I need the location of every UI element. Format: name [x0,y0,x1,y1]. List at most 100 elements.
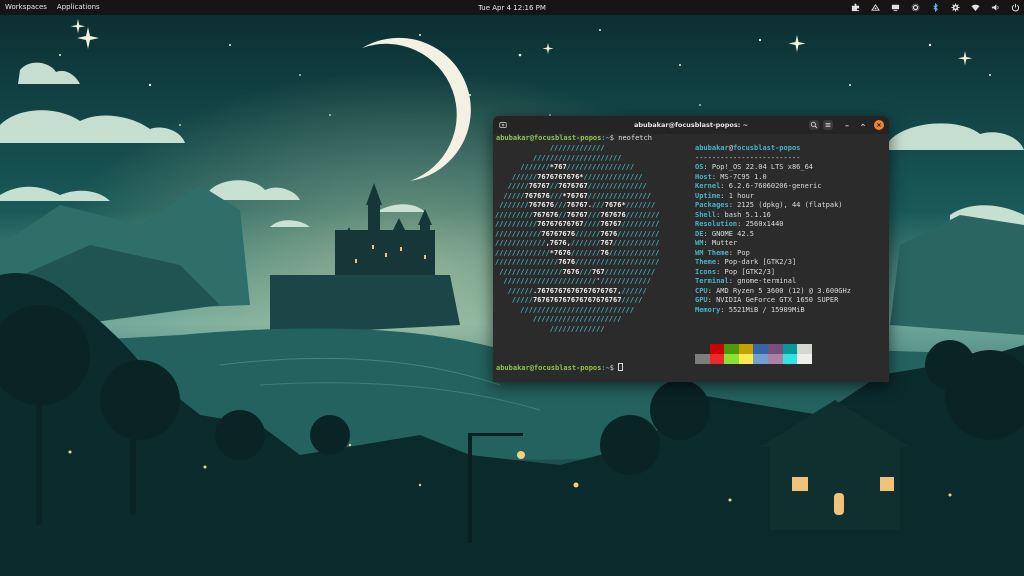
info-key: Packages [695,201,729,209]
power-icon[interactable] [1011,3,1020,12]
close-button[interactable] [874,120,884,130]
logo-line: ///////////////7676///767//////////// [495,267,656,276]
menu-button[interactable] [823,120,833,130]
info-row: OS: Pop!_OS 22.04 LTS x86_64 [695,163,814,171]
header-host: focusblast-popos [732,144,801,152]
color-swatch [709,354,725,364]
info-row: Kernel: 6.2.6-76060206-generic [695,182,822,190]
info-value: 6.2.6-76060206-generic [728,182,822,190]
info-value: 5521MiB / 15909MiB [728,305,805,314]
volume-icon[interactable] [991,3,1000,12]
info-row: Packages: 2125 (dpkg), 44 (flatpak) [695,201,843,209]
terminal-content[interactable]: abubakar@focusblast-popos:~$ neofetch //… [493,134,889,382]
color-swatch [782,354,798,364]
logo-line: ///////*767//////////////// [495,163,635,171]
bluetooth-icon[interactable] [931,3,940,12]
info-value: gnome-terminal [737,277,797,285]
logo-line: /////////767676//76767///767676//////// [495,210,660,219]
info-row: Shell: bash 5.1.16 [695,210,771,219]
top-bar: Workspaces Applications Tue Apr 4 12:16 … [0,0,1024,15]
text-cursor [618,363,624,371]
pop-os-ascii-logo: ///////////// ///////////////////// ////… [495,144,659,334]
info-value: MS-7C95 1.0 [720,172,767,181]
logo-line: //////////////////////'//////////// [495,277,651,285]
screen-share-icon[interactable] [891,3,900,12]
settings-indicator-icon[interactable] [911,3,920,12]
logo-line: //////////76767676767////76767///////// [495,220,660,228]
logo-line: ///////767676///76767.///7676*/////// [495,201,656,209]
info-key: GPU [695,296,708,304]
info-value: Mutter [711,239,738,247]
workspaces-button[interactable]: Workspaces [0,0,52,15]
close-icon [877,123,881,127]
info-key: WM Theme [695,248,729,257]
info-key: Kernel [695,182,721,190]
info-row: Host: MS-7C95 1.0 [695,172,767,181]
clock-label[interactable]: Tue Apr 4 12:16 PM [478,4,546,12]
info-key: Icons [695,267,717,276]
logo-line: ///////////// [495,144,605,152]
prompt-user: abubakar@focusblast-popos [496,134,602,142]
minimize-icon [845,125,849,127]
system-tray [851,0,1020,15]
info-row: GPU: NVIDIA GeForce GTX 1650 SUPER [695,296,839,304]
logo-line: ///////////////////// [495,315,622,323]
color-palette [695,344,813,364]
info-key: Host [695,172,712,181]
prompt-path: :~ [601,134,610,142]
hamburger-icon [825,123,831,127]
prompt-symbol: $ [609,134,619,142]
color-swatch [797,354,812,364]
color-swatch [738,354,754,364]
extension-icon[interactable] [851,3,860,12]
color-swatch [753,354,768,364]
wifi-icon[interactable] [971,3,980,12]
applications-button[interactable]: Applications [52,0,105,15]
color-swatch [709,344,725,354]
info-key: Resolution [695,220,738,228]
logo-line: ////////////,7676,///////767/////////// [495,239,660,247]
info-row: Terminal: gnome-terminal [695,277,797,285]
prompt-symbol: $ [609,364,619,372]
gear-icon[interactable] [951,3,960,12]
search-button[interactable] [809,120,819,130]
logo-line: ///////////76767676//////7676////////// [495,229,660,238]
info-key: Terminal [695,277,729,285]
info-value: bash 5.1.16 [724,210,771,219]
color-swatch [724,354,739,364]
color-swatch [797,344,812,354]
info-value: GNOME 42.5 [711,229,755,238]
command-prompt-line: abubakar@focusblast-popos:~$ neofetch [496,134,652,144]
header-user: abubakar [695,144,729,152]
logo-line: /////767676///*76767/////////////// [495,191,651,200]
color-swatch [753,344,768,354]
color-swatch [767,354,783,364]
network-icon[interactable] [871,3,880,12]
active-prompt-line[interactable]: abubakar@focusblast-popos:~$ [496,363,624,374]
logo-line: ///////////////////// [495,153,622,162]
info-rows: OS: Pop!_OS 22.04 LTS x86_64 Host: MS-7C9… [695,163,851,315]
info-row: DE: GNOME 42.5 [695,229,755,238]
color-swatch [695,354,710,364]
logo-line: /////76767//7676767////////////// [495,182,647,190]
minimize-button[interactable] [842,120,852,130]
palette-row-bright [695,354,813,364]
terminal-titlebar[interactable]: abubakar@focusblast-popos: ~ [493,116,889,134]
color-swatch [738,344,754,354]
maximize-button[interactable] [858,120,868,130]
info-value: 2560x1440 [745,220,784,228]
info-value: Pop-dark [GTK2/3] [724,258,797,266]
logo-line: /////////////////////////// [495,305,635,314]
info-row: WM: Mutter [695,239,738,247]
logo-line: //////.7676767676767676767,////// [495,286,647,295]
info-key: Shell [695,210,717,219]
info-key: Theme [695,258,717,266]
info-row: Icons: Pop [GTK2/3] [695,267,776,276]
info-row: Theme: Pop-dark [GTK2/3] [695,258,797,266]
info-separator: ------------------------- [695,153,801,162]
terminal-window[interactable]: abubakar@focusblast-popos: ~ abubakar@fo… [493,116,889,382]
color-swatch [724,344,739,354]
info-row: Memory: 5521MiB / 15909MiB [695,305,805,314]
info-row: WM Theme: Pop [695,248,750,257]
info-value: AMD Ryzen 5 3600 (12) @ 3.600GHz [716,286,851,295]
